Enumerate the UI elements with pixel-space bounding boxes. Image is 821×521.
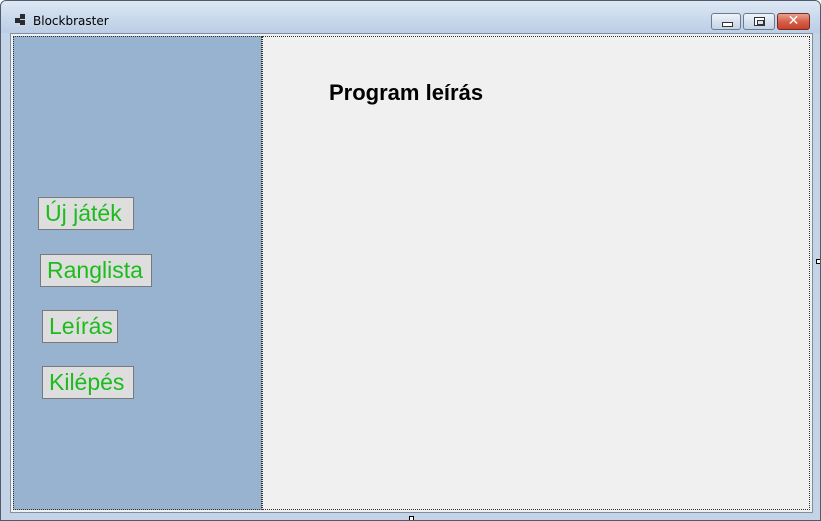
form-client-area: Új játék Ranglista Leírás Kilépés Progra… — [10, 33, 813, 513]
content-panel: Program leírás — [262, 36, 810, 510]
page-title: Program leírás — [329, 80, 484, 105]
close-button[interactable]: ✕ — [777, 13, 810, 30]
leaderboard-button[interactable]: Ranglista — [40, 254, 152, 287]
new-game-button[interactable]: Új játék — [38, 197, 134, 230]
application-window: Blockbraster ✕ Új játék Ranglista Leírás… — [0, 0, 821, 521]
window-title: Blockbraster — [33, 14, 109, 28]
description-button[interactable]: Leírás — [42, 310, 118, 343]
close-icon: ✕ — [787, 13, 800, 29]
sidebar-panel: Új játék Ranglista Leírás Kilépés — [13, 36, 262, 510]
exit-button[interactable]: Kilépés — [42, 366, 134, 399]
resize-handle-bottom[interactable] — [409, 516, 414, 520]
maximize-button[interactable] — [743, 13, 775, 30]
maximize-icon — [754, 17, 765, 26]
title-bar[interactable]: Blockbraster ✕ — [1, 1, 820, 33]
minimize-button[interactable] — [711, 13, 741, 30]
resize-handle-right[interactable] — [816, 259, 820, 264]
app-icon[interactable] — [15, 14, 27, 26]
minimize-icon — [722, 22, 733, 27]
